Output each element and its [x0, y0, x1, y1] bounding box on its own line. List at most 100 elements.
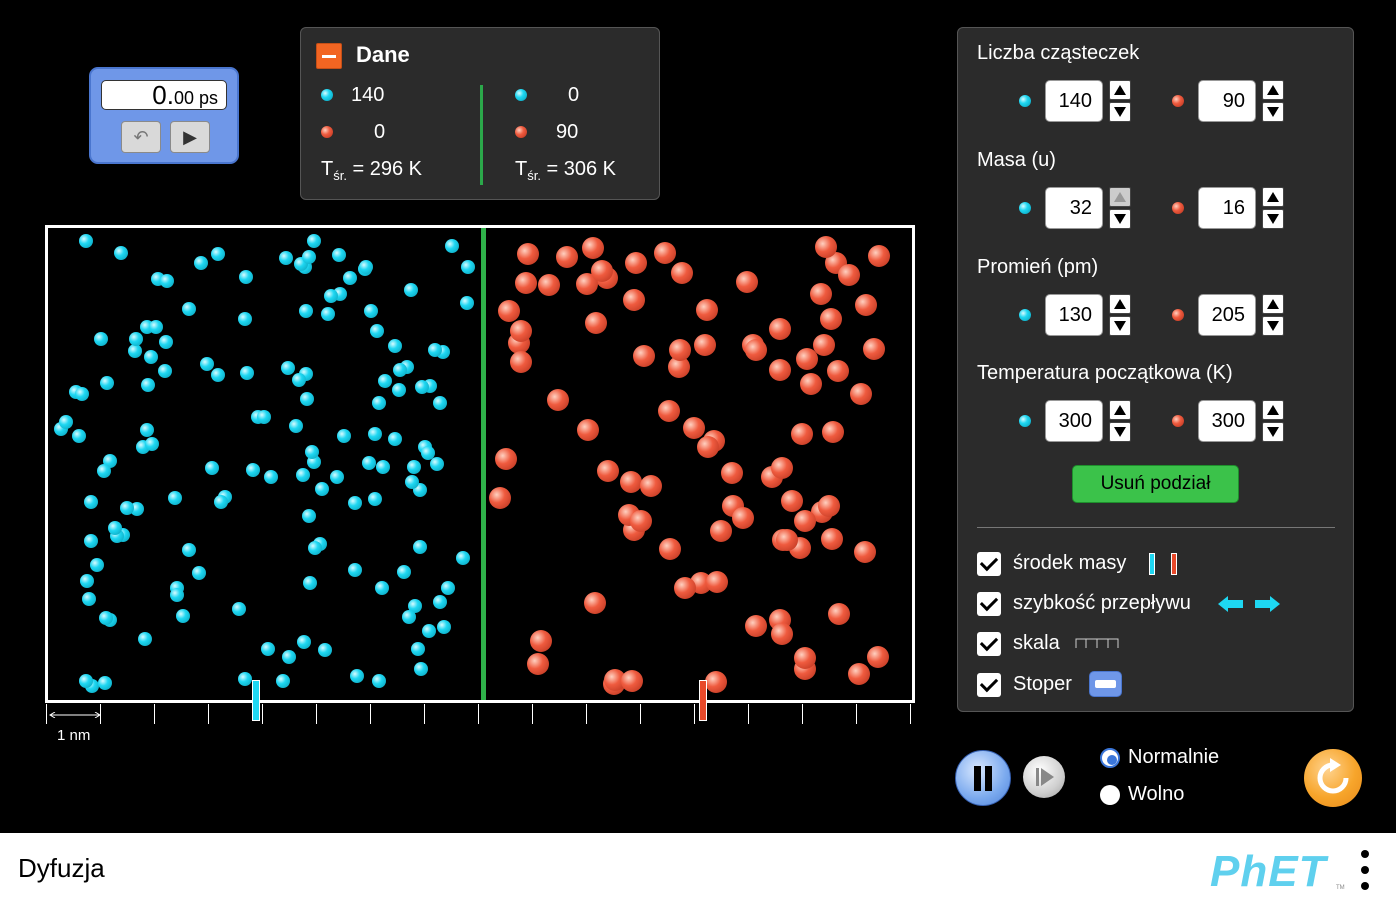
play-icon: ▶: [183, 127, 197, 147]
cyan-particle: [320, 306, 335, 321]
cyan-particle: [80, 574, 95, 589]
ruler-tick: [478, 704, 479, 724]
temp-red-input[interactable]: 300: [1198, 400, 1256, 442]
cyan-particle: [445, 239, 460, 254]
scale-checkbox[interactable]: [977, 632, 1001, 656]
arrow-up-icon[interactable]: [1262, 294, 1284, 314]
cyan-particle: [260, 642, 275, 657]
cyan-particle: [240, 365, 255, 380]
container-divider[interactable]: [481, 228, 486, 700]
arrow-down-icon[interactable]: [1109, 102, 1131, 122]
step-button[interactable]: [1023, 756, 1065, 798]
cyan-particle: [348, 495, 363, 510]
red-particle: [781, 490, 804, 513]
particles-cyan-stepper[interactable]: [1109, 80, 1131, 122]
cyan-particle: [308, 541, 323, 556]
temp-cyan-stepper[interactable]: [1109, 400, 1131, 442]
cyan-particle: [182, 302, 197, 317]
arrow-down-icon[interactable]: [1109, 316, 1131, 336]
cyan-particle: [430, 456, 445, 471]
red-particle: [710, 519, 733, 542]
temp-cyan-input[interactable]: 300: [1045, 400, 1103, 442]
center-of-mass-red: [699, 680, 707, 721]
cyan-particle: [158, 364, 173, 379]
arrow-up-icon[interactable]: [1262, 187, 1284, 207]
red-particle: [810, 282, 832, 305]
arrow-up-icon[interactable]: [1109, 294, 1131, 314]
remove-divider-button[interactable]: Usuń podział: [1072, 465, 1239, 503]
cyan-particle: [304, 445, 319, 460]
cyan-particle: [377, 373, 392, 388]
radius-red-input[interactable]: 205: [1198, 294, 1256, 336]
arrow-up-icon[interactable]: [1262, 80, 1284, 100]
stopwatch[interactable]: 0.00 ps ↶ ▶: [89, 67, 239, 164]
cyan-particle: [141, 378, 156, 393]
cyan-particle: [199, 356, 214, 371]
mass-red-input[interactable]: 16: [1198, 187, 1256, 229]
pause-button[interactable]: [955, 750, 1011, 806]
collapse-button[interactable]: [316, 43, 342, 69]
cyan-particle-icon: [1019, 309, 1031, 321]
speed-slow-label: Wolno: [1128, 783, 1185, 805]
arrow-down-icon[interactable]: [1109, 422, 1131, 442]
arrow-down-icon[interactable]: [1262, 422, 1284, 442]
red-particle: [770, 623, 793, 646]
speed-normal-radio[interactable]: [1100, 748, 1120, 768]
radius-cyan-input[interactable]: 130: [1045, 294, 1103, 336]
cyan-particle: [148, 319, 163, 334]
cyan-particle: [413, 661, 428, 676]
arrow-up-icon[interactable]: [1109, 400, 1131, 420]
arrow-down-icon[interactable]: [1262, 102, 1284, 122]
phet-logo[interactable]: PhET: [1210, 847, 1326, 897]
arrow-up-icon[interactable]: [1262, 400, 1284, 420]
red-particle: [576, 418, 599, 441]
red-particle: [596, 460, 619, 483]
red-particle: [868, 245, 891, 268]
cyan-particle: [371, 674, 386, 689]
red-particle: [822, 421, 845, 444]
center-of-mass-cyan: [252, 680, 260, 721]
flow-rate-checkbox[interactable]: [977, 592, 1001, 616]
red-particle: [820, 527, 843, 550]
red-particle: [849, 383, 872, 406]
stopwatch-reset-button[interactable]: ↶: [121, 121, 161, 153]
red-particle: [855, 293, 878, 316]
red-particle-icon: [515, 126, 527, 138]
speed-slow-radio[interactable]: [1100, 785, 1120, 805]
center-of-mass-checkbox[interactable]: [977, 552, 1001, 576]
radius-red-stepper[interactable]: [1262, 294, 1284, 336]
cyan-particle: [257, 409, 272, 424]
mass-cyan-stepper[interactable]: [1109, 187, 1131, 229]
red-particle: [620, 669, 643, 692]
arrow-up-icon[interactable]: [1109, 187, 1131, 207]
cyan-particle: [211, 367, 226, 382]
stopwatch-play-button[interactable]: ▶: [170, 121, 210, 153]
reset-all-button[interactable]: [1304, 749, 1362, 807]
radius-cyan-stepper[interactable]: [1109, 294, 1131, 336]
mass-red-stepper[interactable]: [1262, 187, 1284, 229]
particles-red-input[interactable]: 90: [1198, 80, 1256, 122]
ruler-tick: [262, 704, 263, 724]
cyan-particle: [406, 460, 421, 475]
arrow-down-icon[interactable]: [1262, 209, 1284, 229]
cyan-particle: [167, 490, 182, 505]
stopwatch-checkbox[interactable]: [977, 673, 1001, 697]
ruler-tick: [856, 704, 857, 724]
cyan-particle: [337, 429, 352, 444]
cyan-particle: [181, 543, 196, 558]
particles-cyan-input[interactable]: 140: [1045, 80, 1103, 122]
ruler-tick: [316, 704, 317, 724]
cyan-particle: [437, 620, 452, 635]
scale-ruler[interactable]: [46, 704, 914, 728]
arrow-down-icon[interactable]: [1109, 209, 1131, 229]
arrow-down-icon[interactable]: [1262, 316, 1284, 336]
cyan-particle: [114, 246, 128, 261]
ruler-tick: [532, 704, 533, 724]
arrow-up-icon[interactable]: [1109, 80, 1131, 100]
cyan-particle: [192, 565, 207, 580]
temp-red-stepper[interactable]: [1262, 400, 1284, 442]
mass-cyan-input[interactable]: 32: [1045, 187, 1103, 229]
particles-red-stepper[interactable]: [1262, 80, 1284, 122]
red-particle: [819, 307, 842, 330]
menu-icon[interactable]: [1360, 850, 1370, 890]
